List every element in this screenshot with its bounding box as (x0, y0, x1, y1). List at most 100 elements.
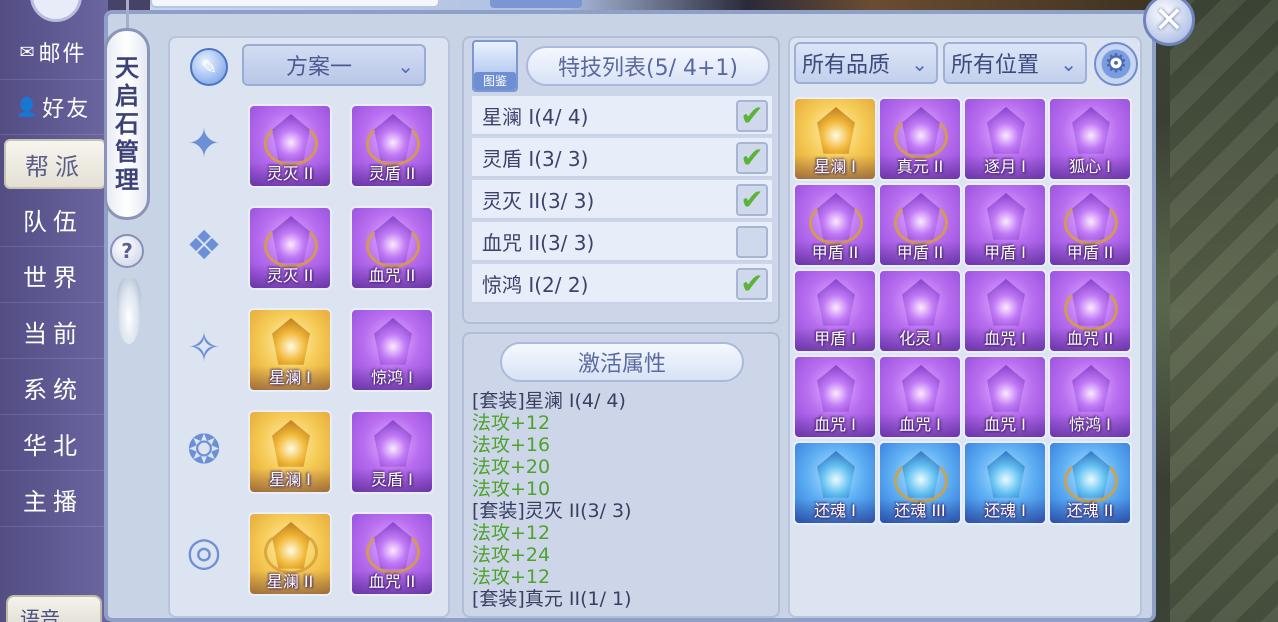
gear-icon: ⚙ (1104, 49, 1128, 79)
gem-stone (987, 365, 1025, 412)
plan-label: 方案一 (286, 55, 353, 80)
gem-label: 还魂 II (1050, 499, 1130, 523)
gem-ring (894, 459, 948, 503)
skill-row[interactable]: 血咒 II(3/ 3) (472, 222, 772, 262)
top-chat-input[interactable] (150, 0, 440, 8)
help-button[interactable]: ? (110, 234, 144, 268)
inventory-gem[interactable]: 星澜 I (793, 97, 877, 181)
gem-stone (1072, 107, 1110, 154)
inventory-gem[interactable]: 血咒 I (878, 355, 962, 439)
inventory-gem[interactable]: 还魂 II (1048, 441, 1132, 525)
equipped-gem[interactable]: 星澜 II (248, 512, 332, 596)
channel-world[interactable]: 世界 (0, 248, 106, 303)
inventory-gem[interactable]: 还魂 III (878, 441, 962, 525)
equipped-gem[interactable]: 灵盾 II (350, 104, 434, 188)
inventory-gem[interactable]: 狐心 I (1048, 97, 1132, 181)
skill-row[interactable]: 灵盾 I(3/ 3) ✔ (472, 138, 772, 178)
equipped-gem[interactable]: 星澜 I (248, 410, 332, 494)
inventory-gem[interactable]: 血咒 II (1048, 269, 1132, 353)
equipped-gem[interactable]: 惊鸿 I (350, 308, 434, 392)
top-send-button[interactable] (490, 0, 582, 8)
title-char: 天 (115, 54, 139, 82)
title-char: 理 (115, 166, 139, 194)
gem-stone (817, 365, 855, 412)
gem-stone (987, 451, 1025, 498)
checkbox-checked-icon[interactable]: ✔ (736, 142, 768, 174)
skill-row[interactable]: 星澜 I(4/ 4) ✔ (472, 96, 772, 136)
title-char: 启 (115, 82, 139, 110)
inventory-gem[interactable]: 血咒 I (793, 355, 877, 439)
channel-label: 世界 (23, 263, 83, 292)
gem-label: 血咒 II (1050, 327, 1130, 351)
gem-stone (987, 107, 1025, 154)
settings-gear-button[interactable]: ⚙ (1094, 42, 1138, 86)
gem-ring (1064, 287, 1118, 331)
channel-streamer[interactable]: 主播 (0, 472, 106, 527)
inventory-gem[interactable]: 血咒 I (963, 269, 1047, 353)
channel-friends[interactable]: 👤 好友 (0, 80, 106, 135)
top-toggle-button[interactable] (30, 0, 82, 22)
channel-system[interactable]: 系统 (0, 360, 106, 415)
gem-stone (902, 279, 940, 326)
channel-current[interactable]: 当前 (0, 304, 106, 359)
gem-label: 惊鸿 I (1050, 413, 1130, 437)
plan-dropdown[interactable]: 方案一 ⌄ (242, 44, 426, 86)
tassel-decoration (117, 278, 141, 344)
gem-label: 化灵 I (880, 327, 960, 351)
inventory-gem[interactable]: 甲盾 I (963, 183, 1047, 267)
skill-row[interactable]: 惊鸿 I(2/ 2) ✔ (472, 264, 772, 304)
title-char: 石 (115, 110, 139, 138)
equipped-gem[interactable]: 灵盾 I (350, 410, 434, 494)
quality-filter-dropdown[interactable]: 所有品质 ⌄ (794, 42, 938, 84)
channel-team[interactable]: 队伍 (0, 192, 106, 247)
inventory-gem[interactable]: 血咒 I (963, 355, 1047, 439)
skill-row[interactable]: 灵灭 II(3/ 3) ✔ (472, 180, 772, 220)
position-filter-dropdown[interactable]: 所有位置 ⌄ (943, 42, 1087, 84)
codex-label: 图鉴 (474, 72, 516, 90)
channel-region[interactable]: 华北 (0, 416, 106, 471)
checkbox-empty-icon[interactable] (736, 226, 768, 258)
pencil-icon: ✎ (200, 55, 218, 79)
channel-guild[interactable]: 帮派 (4, 139, 106, 189)
inventory-gem[interactable]: 还魂 I (963, 441, 1047, 525)
inventory-gem[interactable]: 化灵 I (878, 269, 962, 353)
attribute-line: [套装]星澜 I(4/ 4) (472, 390, 626, 412)
skill-row-label: 血咒 II(3/ 3) (482, 230, 595, 255)
inventory-gem[interactable]: 逐月 I (963, 97, 1047, 181)
gem-label: 星澜 I (250, 468, 330, 492)
gem-ring (894, 201, 948, 245)
inventory-gem[interactable]: 甲盾 II (793, 183, 877, 267)
skill-row-label: 灵灭 II(3/ 3) (482, 188, 595, 213)
inventory-gem[interactable]: 真元 II (878, 97, 962, 181)
gem-label: 灵灭 II (250, 162, 330, 186)
channel-label: 主播 (23, 487, 83, 516)
inventory-gem[interactable]: 甲盾 II (878, 183, 962, 267)
gem-stone (374, 420, 412, 467)
equipped-gem[interactable]: 血咒 II (350, 512, 434, 596)
gem-label: 灵盾 I (352, 468, 432, 492)
gem-label: 还魂 I (795, 499, 875, 523)
equipped-gem[interactable]: 灵灭 II (248, 104, 332, 188)
gem-ring (366, 122, 420, 166)
equipped-gem[interactable]: 血咒 II (350, 206, 434, 290)
gem-label: 还魂 III (880, 499, 960, 523)
channel-mail[interactable]: ✉ 邮件 (0, 25, 106, 80)
gem-label: 血咒 I (965, 413, 1045, 437)
checkbox-checked-icon[interactable]: ✔ (736, 184, 768, 216)
gem-stone (987, 193, 1025, 240)
edit-plan-button[interactable]: ✎ (190, 48, 228, 86)
inventory-gem[interactable]: 还魂 I (793, 441, 877, 525)
attribute-line: [套装]真元 II(1/ 1) (472, 588, 632, 610)
equipped-gem[interactable]: 星澜 I (248, 308, 332, 392)
gem-label: 星澜 I (250, 366, 330, 390)
inventory-gem[interactable]: 惊鸿 I (1048, 355, 1132, 439)
mail-icon: ✉ (19, 41, 35, 63)
equipped-gem[interactable]: 灵灭 II (248, 206, 332, 290)
voice-button[interactable]: 语音 (6, 595, 102, 622)
quality-filter-label: 所有品质 (802, 53, 891, 78)
inventory-gem[interactable]: 甲盾 II (1048, 183, 1132, 267)
inventory-gem[interactable]: 甲盾 I (793, 269, 877, 353)
gem-stone (817, 107, 855, 154)
checkbox-checked-icon[interactable]: ✔ (736, 268, 768, 300)
checkbox-checked-icon[interactable]: ✔ (736, 100, 768, 132)
